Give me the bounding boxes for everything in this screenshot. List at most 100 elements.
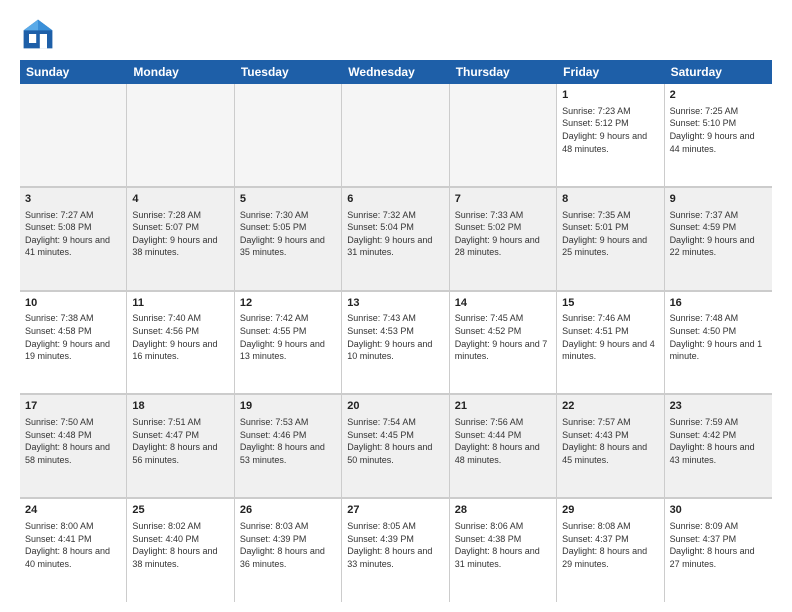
- calendar: SundayMondayTuesdayWednesdayThursdayFrid…: [20, 60, 772, 602]
- day-number: 8: [562, 192, 658, 207]
- calendar-row-3: 17 Sunrise: 7:50 AM Sunset: 4:48 PM Dayli…: [20, 395, 772, 499]
- day-number: 25: [132, 503, 228, 518]
- day-number: 14: [455, 296, 551, 311]
- calendar-header: SundayMondayTuesdayWednesdayThursdayFrid…: [20, 60, 772, 84]
- day-number: 22: [562, 399, 658, 414]
- day-info: Sunrise: 7:51 AM Sunset: 4:47 PM Dayligh…: [132, 416, 228, 466]
- calendar-cell: 11Sunrise: 7:40 AM Sunset: 4:56 PM Dayli…: [127, 292, 234, 395]
- calendar-cell: 21 Sunrise: 7:56 AM Sunset: 4:44 PM Dayli…: [450, 395, 557, 498]
- header-day-tuesday: Tuesday: [235, 60, 342, 84]
- calendar-cell: 14Sunrise: 7:45 AM Sunset: 4:52 PM Dayli…: [450, 292, 557, 395]
- day-number: 16: [670, 296, 767, 311]
- calendar-cell: 13Sunrise: 7:43 AM Sunset: 4:53 PM Dayli…: [342, 292, 449, 395]
- calendar-cell: 25 Sunrise: 8:02 AM Sunset: 4:40 PM Dayli…: [127, 499, 234, 602]
- calendar-cell: 4 Sunrise: 7:28 AM Sunset: 5:07 PM Daylig…: [127, 188, 234, 291]
- day-info: Sunrise: 7:54 AM Sunset: 4:45 PM Dayligh…: [347, 416, 443, 466]
- day-info: Sunrise: 8:00 AM Sunset: 4:41 PM Dayligh…: [25, 520, 121, 570]
- header-day-saturday: Saturday: [665, 60, 772, 84]
- calendar-cell: 18 Sunrise: 7:51 AM Sunset: 4:47 PM Dayli…: [127, 395, 234, 498]
- calendar-cell: 23 Sunrise: 7:59 AM Sunset: 4:42 PM Dayli…: [665, 395, 772, 498]
- day-number: 1: [562, 88, 658, 103]
- calendar-cell: [20, 84, 127, 187]
- calendar-cell: [127, 84, 234, 187]
- calendar-cell: 30 Sunrise: 8:09 AM Sunset: 4:37 PM Dayli…: [665, 499, 772, 602]
- header: [20, 16, 772, 52]
- calendar-cell: 19 Sunrise: 7:53 AM Sunset: 4:46 PM Dayli…: [235, 395, 342, 498]
- day-number: 6: [347, 192, 443, 207]
- calendar-row-1: 3 Sunrise: 7:27 AM Sunset: 5:08 PM Daylig…: [20, 188, 772, 292]
- day-info: Sunrise: 7:53 AM Sunset: 4:46 PM Dayligh…: [240, 416, 336, 466]
- calendar-cell: 27 Sunrise: 8:05 AM Sunset: 4:39 PM Dayli…: [342, 499, 449, 602]
- calendar-cell: 8 Sunrise: 7:35 AM Sunset: 5:01 PM Daylig…: [557, 188, 664, 291]
- day-info: Sunrise: 7:27 AM Sunset: 5:08 PM Dayligh…: [25, 209, 121, 259]
- day-info: Sunrise: 7:45 AM Sunset: 4:52 PM Dayligh…: [455, 312, 551, 362]
- day-info: Sunrise: 7:50 AM Sunset: 4:48 PM Dayligh…: [25, 416, 121, 466]
- day-number: 5: [240, 192, 336, 207]
- calendar-cell: [450, 84, 557, 187]
- calendar-cell: 28 Sunrise: 8:06 AM Sunset: 4:38 PM Dayli…: [450, 499, 557, 602]
- calendar-cell: 26 Sunrise: 8:03 AM Sunset: 4:39 PM Dayli…: [235, 499, 342, 602]
- calendar-row-4: 24 Sunrise: 8:00 AM Sunset: 4:41 PM Dayli…: [20, 499, 772, 602]
- day-number: 4: [132, 192, 228, 207]
- day-number: 10: [25, 296, 121, 311]
- day-info: Sunrise: 7:59 AM Sunset: 4:42 PM Dayligh…: [670, 416, 767, 466]
- day-info: Sunrise: 7:57 AM Sunset: 4:43 PM Dayligh…: [562, 416, 658, 466]
- day-number: 24: [25, 503, 121, 518]
- day-info: Sunrise: 7:23 AM Sunset: 5:12 PM Dayligh…: [562, 105, 658, 155]
- calendar-cell: [235, 84, 342, 187]
- day-number: 19: [240, 399, 336, 414]
- header-day-wednesday: Wednesday: [342, 60, 449, 84]
- day-info: Sunrise: 7:48 AM Sunset: 4:50 PM Dayligh…: [670, 312, 767, 362]
- day-info: Sunrise: 7:56 AM Sunset: 4:44 PM Dayligh…: [455, 416, 551, 466]
- day-info: Sunrise: 8:03 AM Sunset: 4:39 PM Dayligh…: [240, 520, 336, 570]
- calendar-cell: 22 Sunrise: 7:57 AM Sunset: 4:43 PM Dayli…: [557, 395, 664, 498]
- day-number: 28: [455, 503, 551, 518]
- header-day-monday: Monday: [127, 60, 234, 84]
- day-info: Sunrise: 7:37 AM Sunset: 4:59 PM Dayligh…: [670, 209, 767, 259]
- calendar-cell: 1 Sunrise: 7:23 AM Sunset: 5:12 PM Daylig…: [557, 84, 664, 187]
- day-number: 3: [25, 192, 121, 207]
- day-number: 26: [240, 503, 336, 518]
- header-day-friday: Friday: [557, 60, 664, 84]
- day-info: Sunrise: 7:35 AM Sunset: 5:01 PM Dayligh…: [562, 209, 658, 259]
- calendar-row-2: 10Sunrise: 7:38 AM Sunset: 4:58 PM Dayli…: [20, 292, 772, 396]
- day-info: Sunrise: 7:38 AM Sunset: 4:58 PM Dayligh…: [25, 312, 121, 362]
- day-info: Sunrise: 7:30 AM Sunset: 5:05 PM Dayligh…: [240, 209, 336, 259]
- day-number: 7: [455, 192, 551, 207]
- day-info: Sunrise: 8:08 AM Sunset: 4:37 PM Dayligh…: [562, 520, 658, 570]
- day-number: 20: [347, 399, 443, 414]
- logo-icon: [20, 16, 56, 52]
- calendar-cell: 6Sunrise: 7:32 AM Sunset: 5:04 PM Daylig…: [342, 188, 449, 291]
- day-number: 18: [132, 399, 228, 414]
- calendar-cell: 12Sunrise: 7:42 AM Sunset: 4:55 PM Dayli…: [235, 292, 342, 395]
- day-info: Sunrise: 8:06 AM Sunset: 4:38 PM Dayligh…: [455, 520, 551, 570]
- calendar-cell: 7 Sunrise: 7:33 AM Sunset: 5:02 PM Daylig…: [450, 188, 557, 291]
- day-info: Sunrise: 8:05 AM Sunset: 4:39 PM Dayligh…: [347, 520, 443, 570]
- day-info: Sunrise: 8:02 AM Sunset: 4:40 PM Dayligh…: [132, 520, 228, 570]
- calendar-body: 1 Sunrise: 7:23 AM Sunset: 5:12 PM Daylig…: [20, 84, 772, 602]
- header-day-sunday: Sunday: [20, 60, 127, 84]
- day-info: Sunrise: 7:43 AM Sunset: 4:53 PM Dayligh…: [347, 312, 443, 362]
- logo: [20, 16, 60, 52]
- day-number: 30: [670, 503, 767, 518]
- calendar-cell: 15Sunrise: 7:46 AM Sunset: 4:51 PM Dayli…: [557, 292, 664, 395]
- day-info: Sunrise: 7:33 AM Sunset: 5:02 PM Dayligh…: [455, 209, 551, 259]
- day-info: Sunrise: 7:40 AM Sunset: 4:56 PM Dayligh…: [132, 312, 228, 362]
- day-number: 15: [562, 296, 658, 311]
- day-info: Sunrise: 7:46 AM Sunset: 4:51 PM Dayligh…: [562, 312, 658, 362]
- day-number: 21: [455, 399, 551, 414]
- day-info: Sunrise: 7:28 AM Sunset: 5:07 PM Dayligh…: [132, 209, 228, 259]
- calendar-cell: 24 Sunrise: 8:00 AM Sunset: 4:41 PM Dayli…: [20, 499, 127, 602]
- calendar-cell: 17 Sunrise: 7:50 AM Sunset: 4:48 PM Dayli…: [20, 395, 127, 498]
- day-info: Sunrise: 7:25 AM Sunset: 5:10 PM Dayligh…: [670, 105, 767, 155]
- day-number: 17: [25, 399, 121, 414]
- calendar-cell: 2Sunrise: 7:25 AM Sunset: 5:10 PM Daylig…: [665, 84, 772, 187]
- day-info: Sunrise: 7:42 AM Sunset: 4:55 PM Dayligh…: [240, 312, 336, 362]
- day-number: 23: [670, 399, 767, 414]
- day-number: 11: [132, 296, 228, 311]
- calendar-cell: 20 Sunrise: 7:54 AM Sunset: 4:45 PM Dayli…: [342, 395, 449, 498]
- day-info: Sunrise: 8:09 AM Sunset: 4:37 PM Dayligh…: [670, 520, 767, 570]
- calendar-cell: 9Sunrise: 7:37 AM Sunset: 4:59 PM Daylig…: [665, 188, 772, 291]
- day-number: 27: [347, 503, 443, 518]
- day-number: 13: [347, 296, 443, 311]
